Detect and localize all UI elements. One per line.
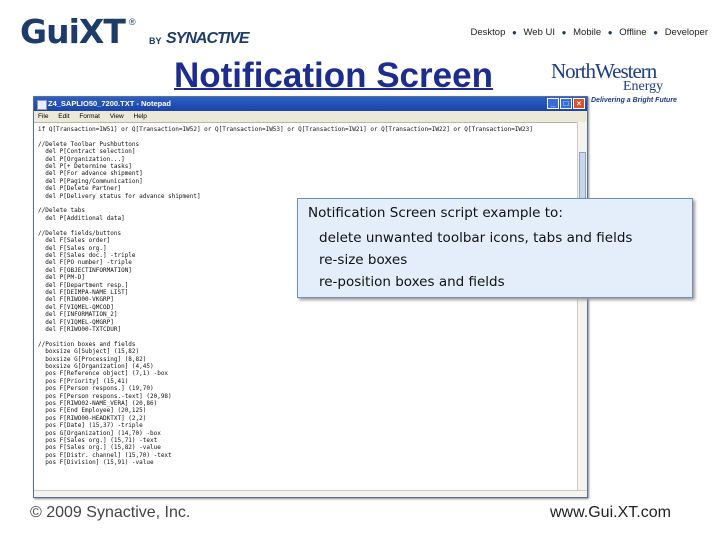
logo-by: BY <box>149 36 162 46</box>
script-text-area[interactable]: if Q[Transaction=IW51] or Q[Transaction=… <box>34 123 587 497</box>
notepad-icon <box>37 100 47 110</box>
callout-item: re-size boxes <box>319 252 408 268</box>
menu-edit[interactable]: Edit <box>58 113 69 120</box>
logo-company: SYNACTIVE <box>166 30 250 47</box>
close-button[interactable]: × <box>573 98 585 109</box>
horizontal-scrollbar[interactable] <box>34 490 587 497</box>
bullet-icon: ● <box>607 28 613 37</box>
menu-format[interactable]: Format <box>79 113 100 120</box>
guixt-logo: GuiXT ® BY SYNACTIVE <box>20 12 250 51</box>
minimize-button[interactable]: _ <box>547 98 559 109</box>
partner-logo-tagline: Delivering a Bright Future <box>591 97 677 104</box>
top-navigation: Desktop ● Web UI ● Mobile ● Offline ● De… <box>467 27 708 38</box>
page-title: Notification Screen <box>174 56 493 95</box>
nav-web-ui[interactable]: Web UI <box>524 27 556 38</box>
copyright-text: © 2009 Synactive, Inc. <box>30 504 191 521</box>
bullet-icon: ● <box>653 28 659 37</box>
logo-registered-mark: ® <box>129 17 136 27</box>
nav-developer[interactable]: Developer <box>665 27 708 38</box>
notepad-menu-bar: File Edit Format View Help <box>34 111 587 123</box>
bullet-icon: ● <box>512 28 517 37</box>
nav-desktop[interactable]: Desktop <box>471 27 506 38</box>
nav-mobile[interactable]: Mobile <box>573 27 601 38</box>
logo-wordmark: GuiXT <box>20 12 126 51</box>
maximize-button[interactable]: □ <box>560 98 572 109</box>
menu-help[interactable]: Help <box>134 113 147 120</box>
callout-item: delete unwanted toolbar icons, tabs and … <box>319 230 633 246</box>
nav-offline[interactable]: Offline <box>619 27 646 38</box>
menu-view[interactable]: View <box>110 113 124 120</box>
notification-callout: Notification Screen script example to: d… <box>297 198 693 298</box>
partner-logo-line2: Energy <box>623 79 664 94</box>
bullet-icon: ● <box>561 28 567 37</box>
callout-heading: Notification Screen script example to: <box>308 205 563 221</box>
website-link[interactable]: www.Gui.XT.com <box>550 504 671 522</box>
callout-item: re-position boxes and fields <box>319 274 505 290</box>
notepad-window-title: Z4_SAPLIO50_7200.TXT - Notepad <box>48 99 171 108</box>
menu-file[interactable]: File <box>38 113 48 120</box>
vertical-scrollbar[interactable] <box>577 122 587 497</box>
notepad-title-bar[interactable]: Z4_SAPLIO50_7200.TXT - Notepad _ □ × <box>34 97 587 111</box>
